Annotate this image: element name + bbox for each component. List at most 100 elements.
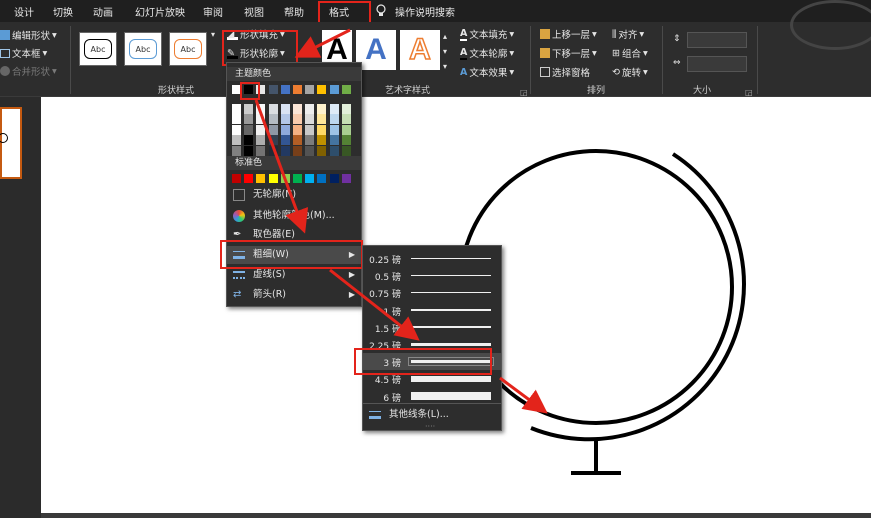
theme-color-swatch[interactable] bbox=[232, 103, 241, 114]
weight-option[interactable]: 1.5 磅 bbox=[363, 319, 501, 336]
resize-grip-icon[interactable]: ···· bbox=[425, 422, 435, 431]
standard-color-swatch[interactable] bbox=[341, 174, 351, 183]
theme-color-swatch[interactable] bbox=[232, 145, 241, 156]
size-launcher-icon[interactable]: ◲ bbox=[745, 88, 753, 97]
theme-color-swatch[interactable] bbox=[293, 124, 302, 135]
theme-color-swatch[interactable] bbox=[329, 124, 339, 135]
theme-color-swatch[interactable] bbox=[341, 85, 351, 94]
theme-color-swatch[interactable] bbox=[268, 135, 278, 145]
theme-color-swatch[interactable] bbox=[293, 85, 302, 94]
text-outline-button[interactable]: A 文本轮廓 ▾ bbox=[460, 46, 514, 60]
theme-color-swatch[interactable] bbox=[256, 135, 266, 145]
text-effects-button[interactable]: A 文本效果 ▾ bbox=[460, 65, 514, 80]
standard-color-swatch[interactable] bbox=[293, 174, 302, 183]
theme-color-swatch[interactable] bbox=[305, 124, 315, 135]
theme-color-swatch[interactable] bbox=[268, 85, 278, 94]
theme-color-swatch[interactable] bbox=[280, 114, 290, 124]
theme-color-swatch[interactable] bbox=[293, 114, 302, 124]
theme-color-swatch[interactable] bbox=[256, 124, 266, 135]
standard-color-swatch[interactable] bbox=[268, 174, 278, 183]
weight-option[interactable]: 0.75 磅 bbox=[363, 284, 501, 301]
theme-color-swatch[interactable] bbox=[329, 85, 339, 94]
theme-color-swatch[interactable] bbox=[244, 124, 254, 135]
tab-transitions[interactable]: 切换 bbox=[53, 4, 73, 19]
height-field[interactable] bbox=[687, 32, 747, 48]
theme-color-swatch[interactable] bbox=[329, 103, 339, 114]
tab-help[interactable]: 帮助 bbox=[284, 4, 304, 19]
text-box-button[interactable]: 文本框 ▾ bbox=[0, 46, 47, 60]
theme-color-swatch[interactable] bbox=[268, 124, 278, 135]
theme-color-swatch[interactable] bbox=[341, 124, 351, 135]
theme-color-swatch[interactable] bbox=[317, 145, 327, 156]
edit-shape-button[interactable]: 编辑形状 ▾ bbox=[0, 28, 57, 42]
standard-color-swatch[interactable] bbox=[329, 174, 339, 183]
theme-color-swatch[interactable] bbox=[244, 145, 254, 156]
group-button[interactable]: ⊞ 组合 ▾ bbox=[612, 46, 648, 61]
tab-slideshow[interactable]: 幻灯片放映 bbox=[135, 4, 185, 19]
wordart-style-2[interactable]: A bbox=[356, 30, 396, 70]
send-backward-button[interactable]: 下移一层 ▾ bbox=[540, 46, 597, 60]
shape-style-3[interactable]: Abc bbox=[169, 32, 207, 66]
gallery-scroll[interactable]: ▾ bbox=[211, 30, 215, 39]
theme-color-swatch[interactable] bbox=[341, 103, 351, 114]
theme-color-swatch[interactable] bbox=[280, 85, 290, 94]
standard-color-swatch[interactable] bbox=[244, 174, 254, 183]
wordart-launcher-icon[interactable]: ◲ bbox=[520, 88, 528, 97]
merge-shapes-button[interactable]: 合并形状 ▾ bbox=[0, 64, 57, 78]
bring-forward-button[interactable]: 上移一层 ▾ bbox=[540, 27, 597, 41]
theme-color-swatch[interactable] bbox=[280, 124, 290, 135]
theme-color-swatch[interactable] bbox=[341, 114, 351, 124]
weight-option[interactable]: 0.25 磅 bbox=[363, 250, 501, 267]
theme-color-swatch[interactable] bbox=[244, 114, 254, 124]
standard-color-swatch[interactable] bbox=[305, 174, 315, 183]
theme-color-swatch[interactable] bbox=[232, 124, 241, 135]
standard-color-swatch[interactable] bbox=[232, 174, 241, 183]
theme-color-swatch[interactable] bbox=[305, 103, 315, 114]
arrows-item[interactable]: ⇄ 箭头(R) ▶ bbox=[227, 286, 361, 304]
weight-option[interactable]: 1 磅 bbox=[363, 302, 501, 319]
wordart-gallery-scroll[interactable]: ▴ ▾ ▾ bbox=[443, 30, 447, 73]
theme-color-swatch[interactable] bbox=[280, 135, 290, 145]
more-outline-colors-item[interactable]: 其他轮廓颜色(M)... bbox=[227, 207, 361, 225]
shape-style-1[interactable]: Abc bbox=[79, 32, 117, 66]
theme-color-swatch[interactable] bbox=[268, 145, 278, 156]
theme-color-swatch[interactable] bbox=[317, 103, 327, 114]
selection-pane-button[interactable]: 选择窗格 bbox=[540, 65, 590, 79]
theme-color-swatch[interactable] bbox=[244, 103, 254, 114]
text-fill-button[interactable]: A 文本填充 ▾ bbox=[460, 27, 514, 41]
theme-color-swatch[interactable] bbox=[305, 135, 315, 145]
theme-color-swatch[interactable] bbox=[256, 145, 266, 156]
weight-option[interactable]: 0.5 磅 bbox=[363, 267, 501, 284]
theme-color-swatch[interactable] bbox=[305, 145, 315, 156]
slide-thumbnail[interactable] bbox=[0, 107, 22, 179]
theme-color-swatch[interactable] bbox=[317, 85, 327, 94]
theme-color-swatch[interactable] bbox=[329, 135, 339, 145]
theme-color-swatch[interactable] bbox=[329, 145, 339, 156]
shape-style-2[interactable]: Abc bbox=[124, 32, 162, 66]
theme-color-swatch[interactable] bbox=[293, 135, 302, 145]
theme-color-swatch[interactable] bbox=[256, 114, 266, 124]
theme-color-swatch[interactable] bbox=[293, 145, 302, 156]
width-field[interactable] bbox=[687, 56, 747, 72]
theme-color-swatch[interactable] bbox=[317, 124, 327, 135]
theme-color-swatch[interactable] bbox=[280, 145, 290, 156]
theme-color-swatch[interactable] bbox=[256, 103, 266, 114]
search-label[interactable]: 操作说明搜索 bbox=[395, 4, 455, 19]
no-outline-item[interactable]: 无轮廓(N) bbox=[227, 186, 361, 204]
standard-color-swatch[interactable] bbox=[280, 174, 290, 183]
theme-color-swatch[interactable] bbox=[341, 145, 351, 156]
tab-animations[interactable]: 动画 bbox=[93, 4, 113, 19]
theme-color-swatch[interactable] bbox=[280, 103, 290, 114]
theme-color-swatch[interactable] bbox=[305, 85, 315, 94]
wordart-style-3[interactable]: A bbox=[400, 30, 440, 70]
theme-color-swatch[interactable] bbox=[268, 103, 278, 114]
theme-color-swatch[interactable] bbox=[317, 114, 327, 124]
standard-color-swatch[interactable] bbox=[256, 174, 266, 183]
theme-color-swatch[interactable] bbox=[305, 114, 315, 124]
theme-color-swatch[interactable] bbox=[317, 135, 327, 145]
horizontal-scrollbar[interactable] bbox=[41, 513, 871, 518]
standard-color-swatch[interactable] bbox=[317, 174, 327, 183]
theme-color-swatch[interactable] bbox=[293, 103, 302, 114]
tab-review[interactable]: 审阅 bbox=[203, 4, 223, 19]
theme-color-swatch[interactable] bbox=[232, 135, 241, 145]
